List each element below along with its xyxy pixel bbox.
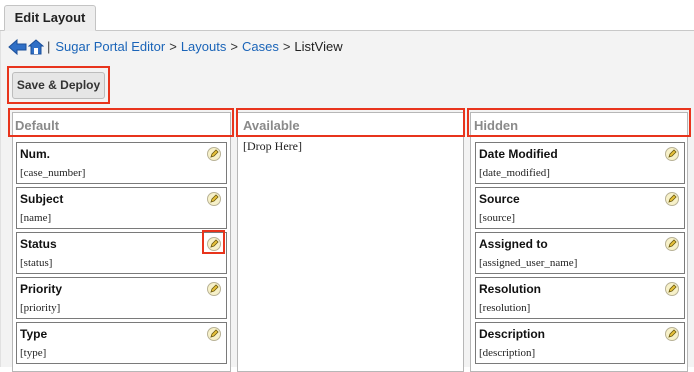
field-name: [resolution] (479, 302, 531, 314)
tab-edit-layout[interactable]: Edit Layout (4, 5, 96, 31)
field-label: Description (479, 327, 546, 341)
pencil-icon[interactable] (665, 282, 679, 296)
field-card[interactable]: Status [status] (16, 232, 227, 274)
field-name: [description] (479, 347, 536, 359)
field-label: Num. (20, 147, 50, 161)
field-label: Subject (20, 192, 64, 206)
field-card[interactable]: Source [source] (475, 187, 685, 229)
field-card[interactable]: Num. [case_number] (16, 142, 227, 184)
highlight-box (236, 108, 465, 137)
breadcrumb-separator: > (230, 39, 238, 54)
pencil-icon[interactable] (207, 327, 221, 341)
field-card[interactable]: Type [type] (16, 322, 227, 364)
breadcrumb-separator: > (169, 39, 177, 54)
back-arrow-icon[interactable] (8, 38, 28, 56)
field-card[interactable]: Description [description] (475, 322, 685, 364)
pencil-icon[interactable] (207, 192, 221, 206)
breadcrumb-pipe: | (47, 39, 51, 54)
breadcrumb-current: ListView (294, 39, 343, 54)
field-name: [source] (479, 212, 516, 224)
field-card[interactable]: Assigned to [assigned_user_name] (475, 232, 685, 274)
field-label: Type (20, 327, 48, 341)
pencil-icon[interactable] (207, 147, 221, 161)
field-card[interactable]: Resolution [resolution] (475, 277, 685, 319)
pencil-icon[interactable] (665, 192, 679, 206)
pencil-icon[interactable] (207, 282, 221, 296)
field-name: [case_number] (20, 167, 86, 179)
highlight-box (8, 108, 234, 137)
breadcrumb-separator: > (282, 39, 291, 54)
field-name: [name] (20, 212, 52, 224)
field-label: Assigned to (479, 237, 548, 251)
breadcrumb: | Sugar Portal Editor > Layouts > Cases … (8, 38, 343, 56)
field-name: [date_modified] (479, 167, 550, 179)
drop-zone-text: [Drop Here] (243, 139, 302, 153)
field-name: [status] (20, 257, 53, 269)
highlight-box (467, 108, 691, 137)
field-card[interactable]: Subject [name] (16, 187, 227, 229)
field-card[interactable]: Date Modified [date_modified] (475, 142, 685, 184)
pencil-icon[interactable] (665, 237, 679, 251)
field-label: Resolution (479, 282, 541, 296)
field-card[interactable]: Priority [priority] (16, 277, 227, 319)
field-label: Priority (20, 282, 63, 296)
breadcrumb-cases[interactable]: Cases (242, 38, 279, 56)
field-name: [assigned_user_name] (479, 257, 578, 269)
pencil-icon[interactable] (665, 147, 679, 161)
home-icon[interactable] (27, 38, 45, 56)
field-label: Source (479, 192, 520, 206)
highlight-box (202, 230, 225, 254)
tab-strip: Edit Layout (0, 0, 694, 31)
breadcrumb-layouts[interactable]: Layouts (181, 38, 227, 56)
field-label: Date Modified (479, 147, 558, 161)
field-name: [type] (20, 347, 47, 359)
breadcrumb-sugar-portal-editor[interactable]: Sugar Portal Editor (55, 38, 165, 56)
field-name: [priority] (20, 302, 61, 314)
field-label: Status (20, 237, 57, 251)
save-deploy-button[interactable]: Save & Deploy (12, 72, 105, 99)
pencil-icon[interactable] (665, 327, 679, 341)
